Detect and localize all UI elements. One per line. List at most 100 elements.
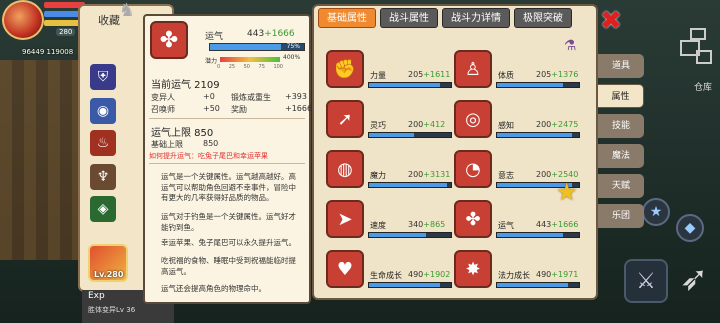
mind-icon: ◔ (454, 150, 492, 188)
side-menu: 道具 属性 技能 魔法 天赋 乐团 (598, 54, 644, 234)
close-icon[interactable]: ✖ (598, 6, 624, 36)
attribute-card[interactable]: ➤ 速度 340+865 (326, 200, 452, 250)
warehouse-map-icon[interactable] (676, 28, 716, 78)
attribute-bar (368, 282, 452, 288)
player-level: 280 (56, 28, 76, 36)
attribute-name: 速度 (370, 221, 386, 230)
mutation-level: 胜体变异Lv 36 (88, 306, 136, 314)
star-burst-icon: ✸ (454, 250, 492, 288)
tooltip-stat-name: 运气 (205, 32, 224, 42)
attribute-name: 法力成长 (498, 271, 530, 280)
clover-icon: ✤ (454, 200, 492, 238)
bow-attack-button[interactable]: ➶ (670, 249, 718, 309)
luck-desc: 吃祝福的食物、睡眠中受到祝福能临时提高运气。 (161, 256, 296, 276)
tooltip-stat-value: 443+1666 (247, 29, 295, 39)
divider (149, 118, 305, 119)
fire-skill-icon[interactable]: ♨ (90, 130, 116, 156)
attribute-value: 205+1376 (536, 70, 579, 79)
side-item-talents[interactable]: 天赋 (598, 174, 644, 198)
attribute-card[interactable]: ◎ 感知 200+2475 (454, 100, 580, 150)
attribute-value: 200+412 (408, 120, 446, 129)
body-icon: ♙ (454, 50, 492, 88)
luck-desc: 幸运苹果、兔子尾巴可以永久提升运气。 (161, 238, 296, 247)
tooltip-luck-bar: 75% (209, 43, 305, 51)
clover-icon: ✤ (150, 21, 188, 59)
attribute-name: 感知 (498, 121, 514, 130)
portrait-level: Lv.280 (94, 270, 124, 279)
tab-basic-attributes[interactable]: 基础属性 (318, 8, 376, 28)
attribute-value: 490+1902 (408, 270, 451, 279)
shield-skill-icon[interactable]: ◉ (90, 98, 116, 124)
attribute-bar (496, 232, 580, 238)
attribute-name: 生命成长 (370, 271, 402, 280)
collection-title: 收藏 (98, 14, 120, 27)
player-avatar[interactable] (2, 0, 44, 40)
attribute-name: 运气 (498, 221, 514, 230)
current-luck-title: 当前运气 2109 (151, 80, 220, 91)
attribute-value: 443+1666 (536, 220, 579, 229)
attribute-value: 200+3131 (408, 170, 451, 179)
attribute-card[interactable]: ✸ 法力成长 490+1971 (454, 250, 580, 300)
armor-skill-icon[interactable]: ⛨ (90, 64, 116, 90)
potential-scale: 0 25 50 75 100 (217, 64, 283, 70)
luck-desc: 运气还会提高角色的物理命中。 (161, 284, 266, 293)
spiral-icon: ◍ (326, 150, 364, 188)
tab-combat-power-details[interactable]: 战斗力详情 (442, 8, 510, 28)
gem-skill-icon[interactable]: ◈ (90, 196, 116, 222)
attribute-card[interactable]: ✊ 力量 205+1611 (326, 50, 452, 100)
attribute-card[interactable]: ♥ 生命成长 490+1902 (326, 250, 452, 300)
totem-skill-icon[interactable]: ♆ (90, 164, 116, 190)
attribute-card[interactable]: ◍ 魔力 200+3131 (326, 150, 452, 200)
attribute-name: 意志 (498, 171, 514, 180)
attribute-grid: ✊ 力量 205+1611 ♙ 体质 205+1376 ➚ 灵巧 200+412 ◎ 感知 200+2… (318, 40, 588, 295)
tab-limit-break[interactable]: 极限突破 (514, 8, 572, 28)
attribute-bar (368, 182, 452, 188)
attribute-bar (368, 232, 452, 238)
attribute-card[interactable]: ♙ 体质 205+1376 (454, 50, 580, 100)
attribute-name: 体质 (498, 71, 514, 80)
side-item-attributes[interactable]: 属性 (598, 84, 644, 108)
attribute-card[interactable]: ➚ 灵巧 200+412 (326, 100, 452, 150)
warehouse-label: 仓库 (693, 83, 712, 93)
heart-icon: ♥ (326, 250, 364, 288)
attribute-name: 魔力 (370, 171, 386, 180)
side-item-skills[interactable]: 技能 (598, 114, 644, 138)
run-icon: ➚ (326, 100, 364, 138)
attribute-tabs: 基础属性 战斗属性 战斗力详情 极限突破 (318, 8, 572, 30)
sword-attack-button[interactable]: ⚔ (624, 259, 668, 303)
divider (149, 163, 305, 164)
potential-bar (220, 57, 280, 62)
potential-label: 潜力 (205, 58, 218, 65)
side-item-band[interactable]: 乐团 (598, 204, 644, 228)
attribute-card[interactable]: ✤ 运气 443+1666 (454, 200, 580, 250)
luck-hint: 如何提升运气：吃兔子尾巴和幸运苹果 (149, 152, 268, 160)
favorite-star-icon[interactable]: ★ (556, 178, 582, 206)
attribute-value: 490+1971 (536, 270, 579, 279)
side-item-magic[interactable]: 魔法 (598, 144, 644, 168)
quick-star-button[interactable]: ★ (642, 198, 670, 226)
attribute-bar (368, 132, 452, 138)
attribute-bar (496, 282, 580, 288)
luck-tooltip: ✤ 运气 443+1666 75% 潜力 400% 0 25 50 75 100 当前运… (143, 14, 312, 304)
attribute-bar (496, 132, 580, 138)
exp-label: Exp (88, 291, 105, 301)
luck-cap-title: 运气上限 850 (151, 128, 214, 139)
attribute-value: 205+1611 (408, 70, 451, 79)
quick-summon-button[interactable]: ◆ (676, 214, 704, 242)
attribute-value: 200+2475 (536, 120, 579, 129)
attribute-value: 340+865 (408, 220, 446, 229)
gold-gems: 96449 119008 (22, 48, 74, 56)
attribute-bar (496, 82, 580, 88)
speed-icon: ➤ (326, 200, 364, 238)
side-item-items[interactable]: 道具 (598, 54, 644, 78)
attribute-bar (368, 82, 452, 88)
attribute-name: 力量 (370, 71, 386, 80)
luck-desc: 运气是一个关键属性。运气越高越好。高运气可以帮助角色回避不幸事件，冒险中有更大的… (161, 172, 296, 202)
map-tiles (0, 60, 90, 260)
luck-desc: 运气对于钓鱼是一个关键属性。运气好才能钓到鱼。 (161, 212, 296, 232)
arm-icon: ✊ (326, 50, 364, 88)
eye-icon: ◎ (454, 100, 492, 138)
potential-max: 400% (283, 54, 301, 61)
tab-combat-attributes[interactable]: 战斗属性 (380, 8, 438, 28)
attribute-name: 灵巧 (370, 121, 386, 130)
